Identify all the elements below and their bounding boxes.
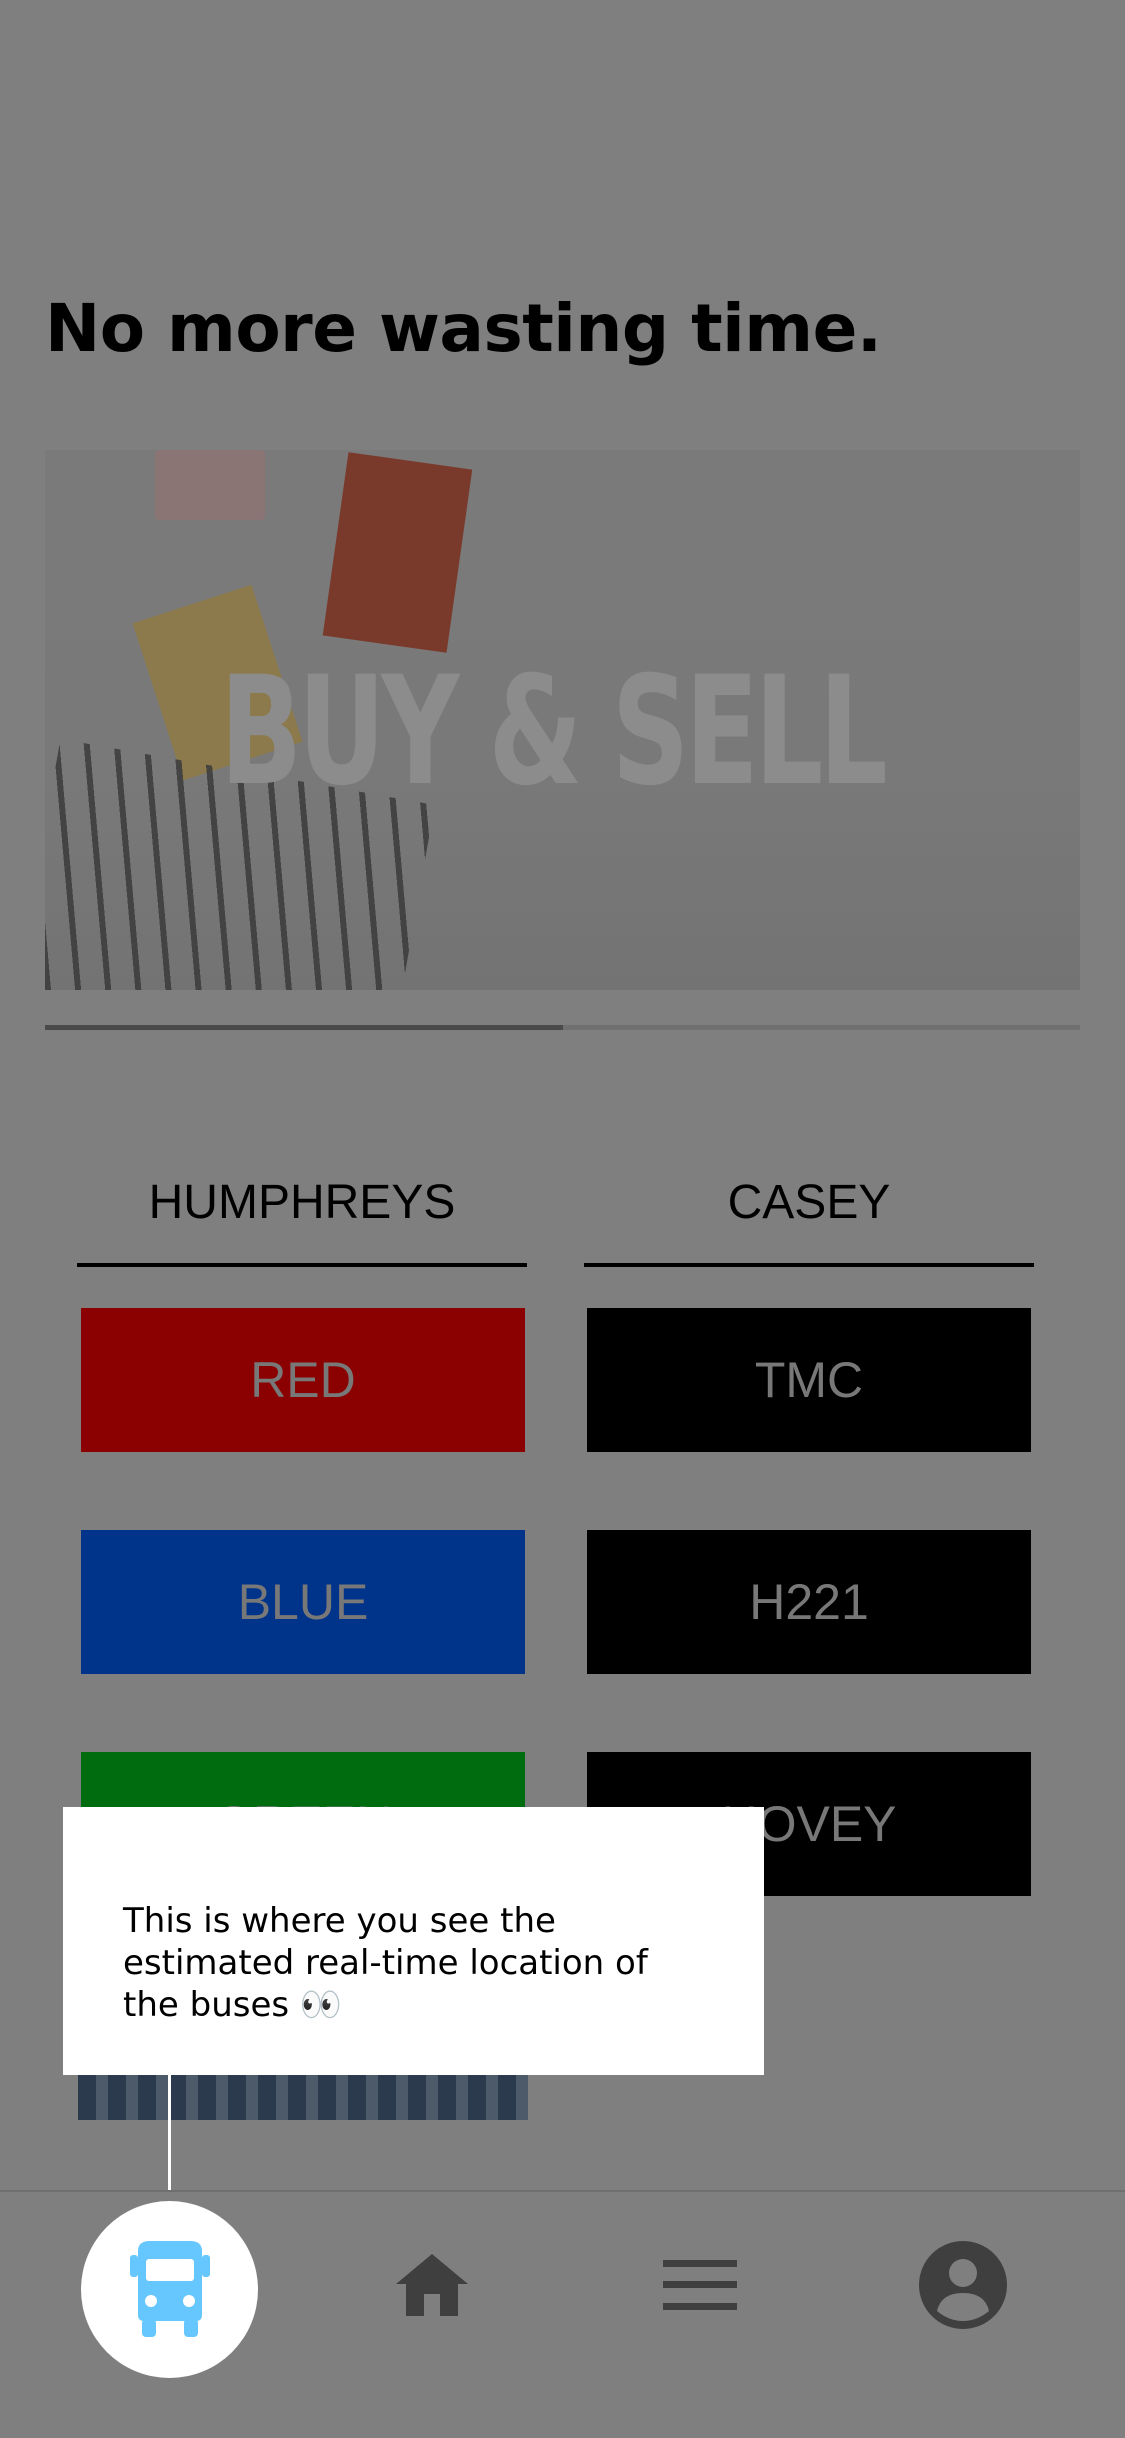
carousel-progress-fill: [45, 1025, 563, 1030]
route-button-blue[interactable]: BLUE: [81, 1530, 525, 1674]
route-button-h221[interactable]: H221: [587, 1530, 1031, 1674]
column-header-casey[interactable]: CASEY: [584, 1175, 1034, 1230]
menu-icon: [663, 2260, 737, 2310]
column-header-humphreys[interactable]: HUMPHREYS: [77, 1175, 527, 1230]
column-underline: [584, 1263, 1034, 1267]
column-underline: [77, 1263, 527, 1267]
route-button-red[interactable]: RED: [81, 1308, 525, 1452]
account-icon: [919, 2241, 1007, 2329]
tab-menu[interactable]: [630, 2215, 770, 2355]
shopping-bag-image: [155, 450, 265, 520]
onboarding-tooltip[interactable]: This is where you see the estimated real…: [63, 1807, 764, 2075]
promo-banner[interactable]: BUY & SELL: [45, 450, 1080, 990]
tooltip-pointer: [168, 2075, 171, 2205]
shopping-bag-image: [322, 452, 473, 653]
tab-account[interactable]: [893, 2215, 1033, 2355]
carousel-progress: [45, 1025, 1080, 1030]
bus-icon: [129, 2240, 210, 2337]
tab-bus[interactable]: [81, 2201, 258, 2378]
tooltip-text: This is where you see the estimated real…: [123, 1901, 648, 2025]
screen: No more wasting time. BUY & SELL HUMPHRE…: [0, 0, 1125, 2438]
route-button-tmc[interactable]: TMC: [587, 1308, 1031, 1452]
page-headline: No more wasting time.: [45, 290, 882, 367]
home-icon: [396, 2254, 468, 2316]
banner-title: BUY & SELL: [219, 645, 888, 819]
tab-home[interactable]: [362, 2215, 502, 2355]
